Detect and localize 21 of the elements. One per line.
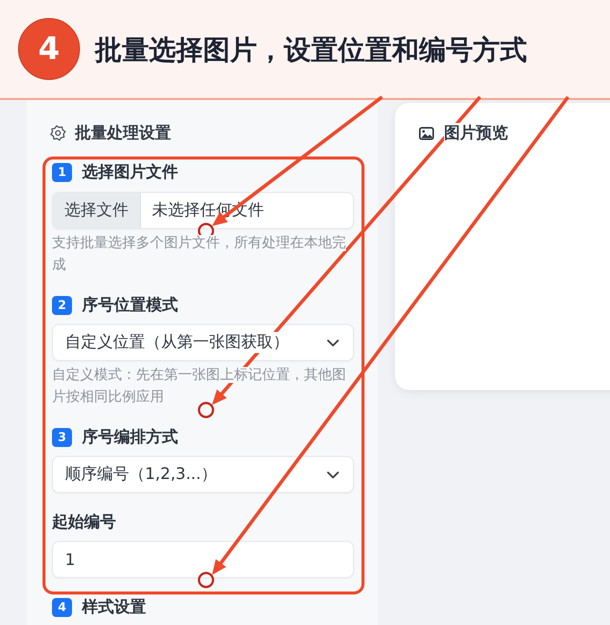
panel-title: 批量处理设置 <box>75 123 171 143</box>
step-badge: 1 <box>52 162 72 182</box>
choose-file-button[interactable]: 选择文件 <box>53 193 141 228</box>
chevron-down-icon <box>327 470 339 478</box>
step-badge: 3 <box>52 428 72 446</box>
step-title: 批量选择图片，设置位置和编号方式 <box>95 34 527 68</box>
dropdown-select[interactable]: 顺序编号（1,2,3...） <box>52 456 354 493</box>
field-label: 序号编排方式 <box>82 427 178 447</box>
field-label: 样式设置 <box>82 597 146 617</box>
step-badge: 4 <box>52 598 72 616</box>
field-label: 选择图片文件 <box>82 162 178 182</box>
chevron-down-icon <box>327 338 339 346</box>
dropdown-select[interactable]: 自定义位置（从第一张图获取） <box>52 324 354 361</box>
gear-icon <box>50 125 66 141</box>
step-badge: 2 <box>52 296 72 314</box>
image-icon <box>419 126 434 140</box>
panel-title: 图片预览 <box>444 123 508 143</box>
step-number-badge: 4 <box>18 18 80 80</box>
number-input[interactable]: 1 <box>52 541 354 578</box>
field-label: 起始编号 <box>52 512 116 532</box>
field-label: 序号位置模式 <box>82 295 178 315</box>
